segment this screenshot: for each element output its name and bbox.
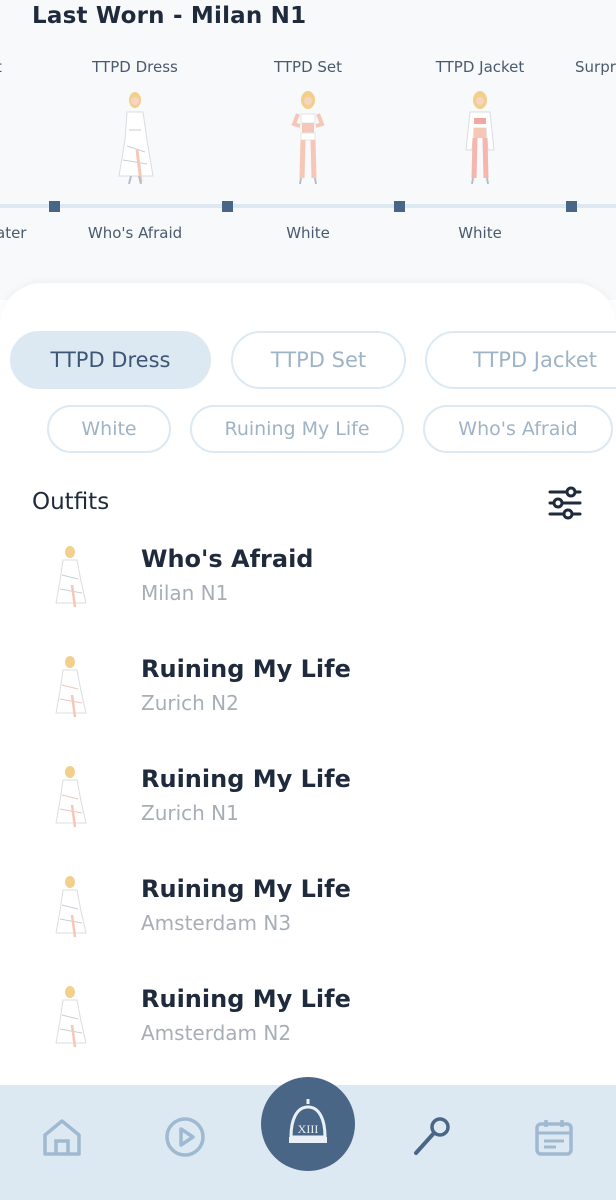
outfit-list-item[interactable]: Ruining My Life Zurich N1 — [0, 765, 616, 865]
outfit-figure-icon — [55, 876, 87, 938]
outfit-list-item[interactable]: Ruining My Life Zurich N2 — [0, 655, 616, 755]
outfit-list-item[interactable]: Ruining My Life Amsterdam N3 — [0, 875, 616, 975]
timeline-marker — [222, 201, 233, 212]
timeline-item-label: TTPD Jacket — [435, 58, 525, 76]
outfit-figure-icon — [55, 766, 87, 828]
timeline-partial-label-left: t — [0, 58, 2, 76]
outfit-show: Amsterdam N2 — [141, 1021, 292, 1045]
home-icon[interactable] — [40, 1115, 84, 1159]
outfit-title: Who's Afraid — [141, 545, 314, 573]
timeline-item-song: White — [458, 224, 502, 242]
microphone-icon[interactable] — [408, 1115, 452, 1159]
timeline-marker — [566, 201, 577, 212]
outfit-list-item[interactable]: Ruining My Life Amsterdam N2 — [0, 985, 616, 1085]
outfit-title: Ruining My Life — [141, 985, 351, 1013]
chip-ttpd-dress[interactable]: TTPD Dress — [10, 331, 211, 389]
timeline-marker — [394, 201, 405, 212]
last-worn-section: Last Worn - Milan N1 t ater Surpr TTPD D… — [0, 0, 616, 300]
chip-ruining-my-life[interactable]: Ruining My Life — [190, 405, 404, 453]
outfit-show: Zurich N2 — [141, 691, 239, 715]
chip-whos-afraid[interactable]: Who's Afraid — [423, 405, 613, 453]
timeline-track — [0, 204, 616, 208]
outfit-title: Ruining My Life — [141, 765, 351, 793]
outfit-figure-icon — [118, 92, 154, 185]
outfit-title: Ruining My Life — [141, 655, 351, 683]
outfit-figure-icon — [55, 656, 87, 718]
bottom-navigation: XIII — [0, 1077, 616, 1200]
calendar-icon[interactable] — [532, 1115, 576, 1159]
outfit-figure-icon — [55, 986, 87, 1048]
bell-xiii-button[interactable]: XIII — [261, 1077, 355, 1171]
filter-sliders-icon[interactable] — [546, 486, 584, 520]
outfit-show: Milan N1 — [141, 581, 229, 605]
timeline-item-label: TTPD Dress — [92, 58, 178, 76]
bell-xiii-icon: XIII — [289, 1099, 327, 1143]
outfit-show: Zurich N1 — [141, 801, 239, 825]
outfit-list-item[interactable]: Who's Afraid Milan N1 — [0, 545, 616, 645]
timeline-partial-song-left: ater — [0, 224, 27, 242]
outfit-figure-icon — [291, 91, 325, 185]
timeline-marker — [49, 201, 60, 212]
chip-ttpd-jacket[interactable]: TTPD Jacket — [425, 331, 616, 389]
outfit-show: Amsterdam N3 — [141, 911, 292, 935]
timeline-item-song: Who's Afraid — [87, 224, 183, 242]
svg-text:XIII: XIII — [298, 1122, 319, 1136]
timeline-item-label: TTPD Set — [273, 58, 343, 76]
timeline-item-ttpd-dress[interactable]: TTPD Dress Who's Afraid — [60, 58, 210, 242]
outfits-section-title: Outfits — [32, 489, 110, 515]
chip-ttpd-set[interactable]: TTPD Set — [231, 331, 406, 389]
outfit-figure-icon — [465, 91, 495, 185]
last-worn-title: Last Worn - Milan N1 — [32, 3, 307, 29]
outfit-figure-icon — [55, 546, 87, 608]
timeline-item-ttpd-jacket[interactable]: TTPD Jacket White — [405, 58, 555, 242]
chip-white[interactable]: White — [47, 405, 171, 453]
play-icon[interactable] — [163, 1115, 207, 1159]
timeline-item-song: White — [286, 224, 330, 242]
outfit-title: Ruining My Life — [141, 875, 351, 903]
timeline-item-ttpd-set[interactable]: TTPD Set White — [233, 58, 383, 242]
timeline-partial-label-right: Surpr — [575, 58, 616, 76]
